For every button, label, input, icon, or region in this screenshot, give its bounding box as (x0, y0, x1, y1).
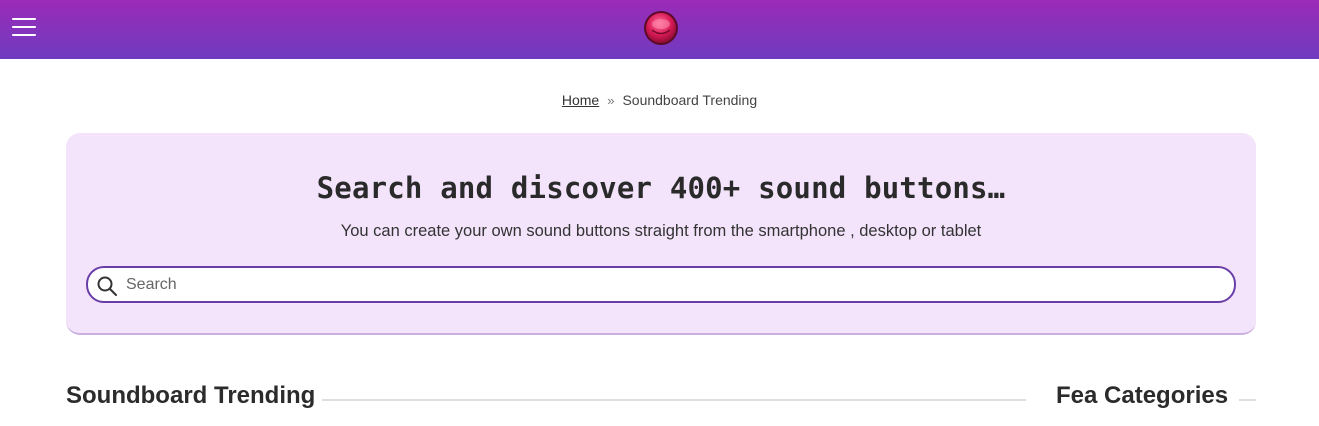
hero-subtitle: You can create your own sound buttons st… (340, 222, 982, 240)
breadcrumb-home-link[interactable]: Home (562, 92, 599, 108)
site-logo-icon[interactable] (643, 10, 679, 46)
hero-search-panel: Search and discover 400+ sound buttons… … (66, 133, 1256, 335)
top-navigation-bar (0, 0, 1319, 59)
hero-title: Search and discover 400+ sound buttons… (316, 171, 1006, 205)
search-box[interactable] (86, 266, 1236, 303)
breadcrumb: Home » Soundboard Trending (0, 92, 1319, 108)
search-icon (97, 276, 117, 296)
menu-line (12, 18, 36, 20)
section-title-categories: Fea Categories (1056, 382, 1229, 409)
search-input[interactable] (126, 272, 1226, 298)
menu-line (12, 26, 36, 28)
section-divider (322, 399, 1026, 401)
section-divider (1239, 399, 1256, 401)
hamburger-menu-icon[interactable] (12, 16, 36, 38)
breadcrumb-current: Soundboard Trending (622, 92, 758, 108)
menu-line (12, 34, 36, 36)
section-title-soundboard-trending: Soundboard Trending (66, 382, 316, 409)
breadcrumb-separator: » (607, 93, 615, 108)
